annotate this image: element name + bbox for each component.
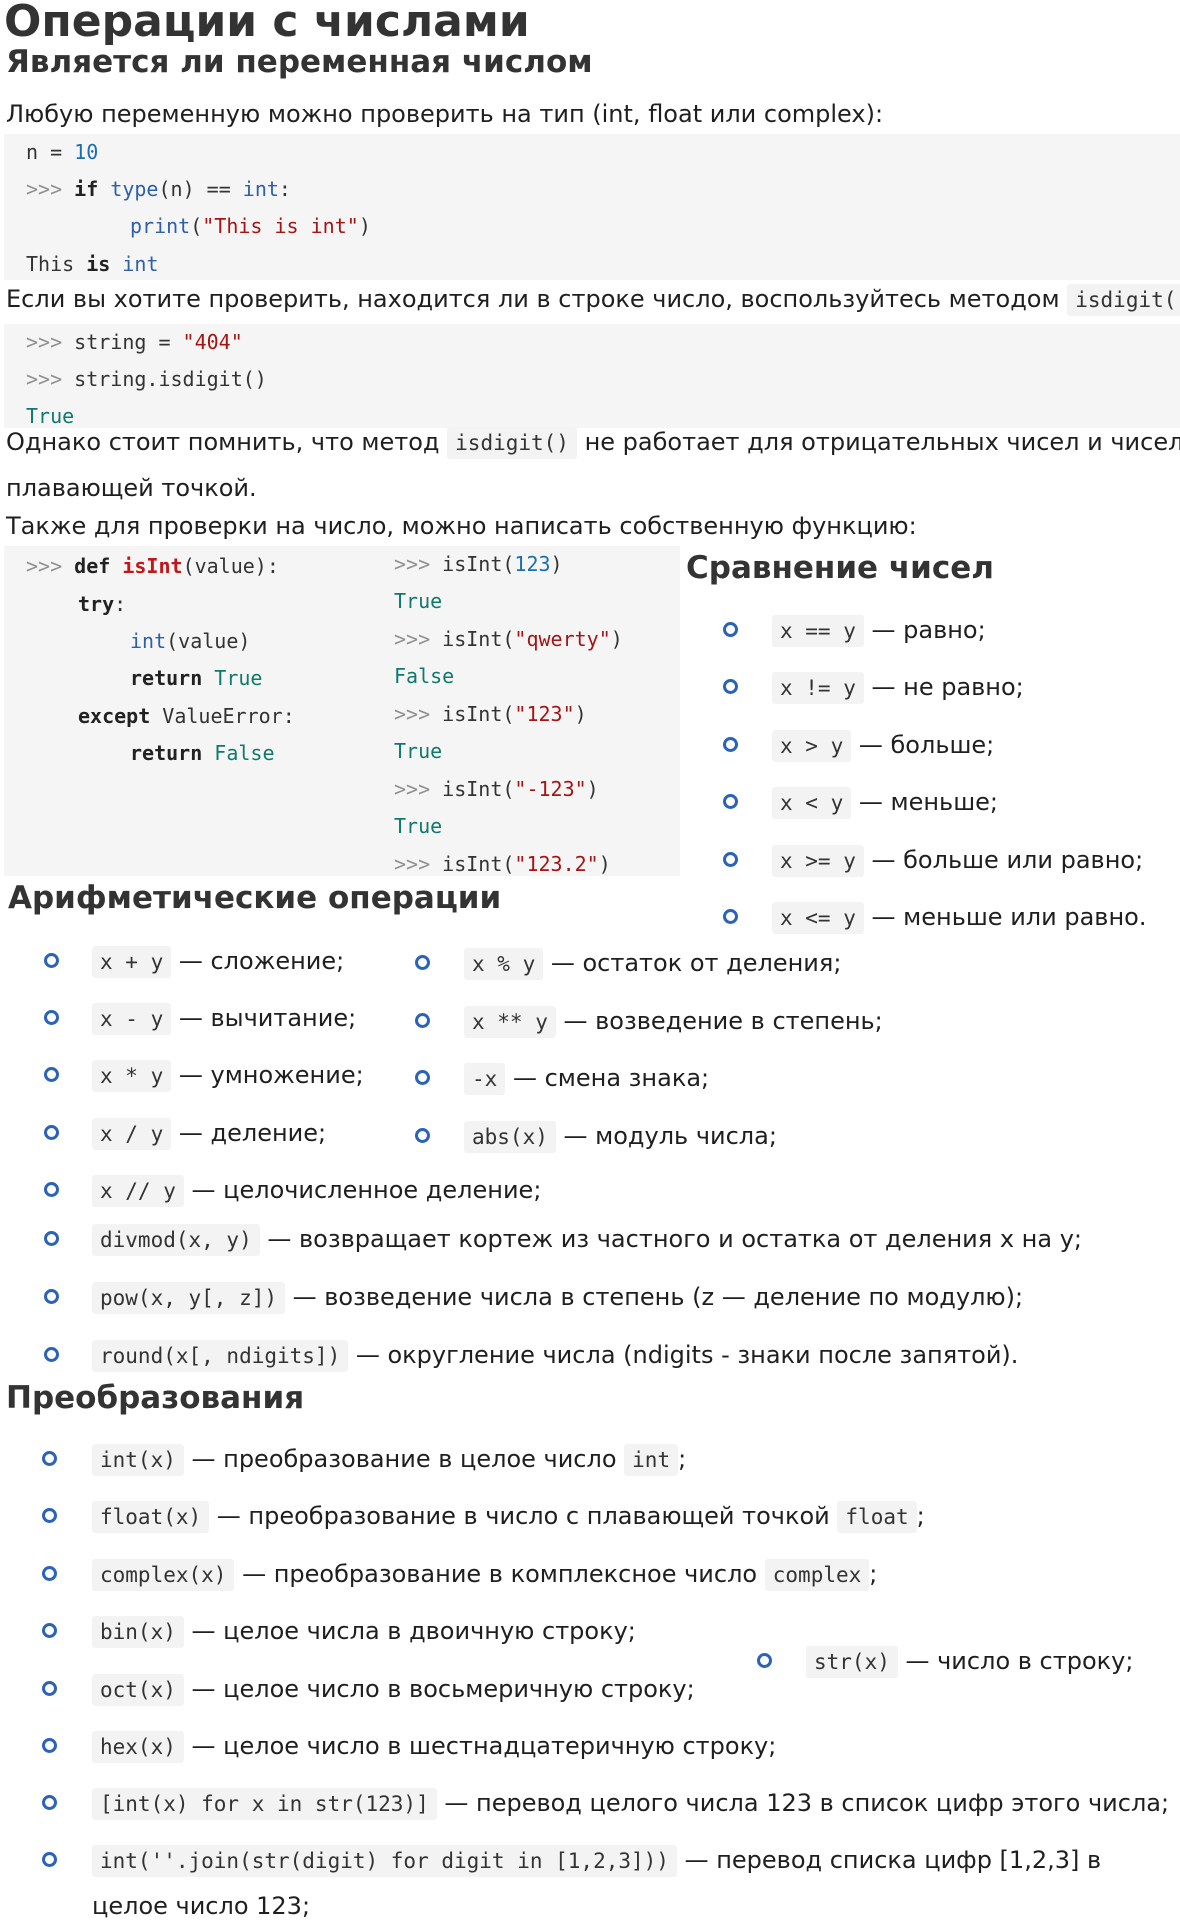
code-output: This is int: [26, 252, 159, 276]
bullet-icon: [415, 1070, 430, 1085]
bullet-icon: [42, 1681, 57, 1696]
code-line: >>> string.isdigit(): [26, 367, 267, 391]
custom-function-text: Также для проверки на число, можно напис…: [6, 512, 917, 540]
bullet-icon: [723, 909, 738, 924]
section-heading-conversions: Преобразования: [6, 1380, 305, 1416]
code-line: >>> isInt("-123"): [394, 777, 599, 801]
bullet-icon: [42, 1623, 57, 1638]
code-line: >>> if type(n) == int:: [26, 177, 291, 201]
code-line: >>> def isInt(value):: [26, 554, 279, 578]
section-heading-is-number: Является ли переменная числом: [6, 44, 593, 80]
inline-code-isdigit: isdigit(): [447, 427, 577, 459]
code-line: return False: [130, 741, 275, 765]
code-block-isint: >>> def isInt(value): try: int(value) re…: [4, 546, 680, 876]
comparison-item: x >= y — больше или равно;: [772, 845, 1143, 877]
comparison-item: x != y — не равно;: [772, 672, 1024, 704]
conv-item: int(x) — преобразование в целое число in…: [92, 1444, 686, 1476]
intro-text: Любую переменную можно проверить на тип …: [6, 100, 884, 128]
arith-item: x - y — вычитание;: [92, 1003, 356, 1035]
page-title: Операции с числами: [4, 0, 530, 47]
comparison-item: x < y — меньше;: [772, 787, 998, 819]
bullet-icon: [42, 1852, 57, 1867]
code-block-isdigit: >>> string = "404" >>> string.isdigit() …: [4, 324, 1180, 428]
code-line: int(value): [130, 629, 251, 653]
bullet-icon: [723, 679, 738, 694]
conv-item: bin(x) — целое числа в двоичную строку;: [92, 1616, 636, 1648]
comparison-item: x > y — больше;: [772, 730, 994, 762]
arith-item: -x — смена знака;: [464, 1063, 709, 1095]
code-output: True: [394, 589, 443, 613]
code-line: print("This is int"): [130, 214, 371, 238]
conv-item: hex(x) — целое число в шестнадцатеричную…: [92, 1731, 776, 1763]
code-line: >>> isInt("123"): [394, 702, 587, 726]
bullet-icon: [44, 1010, 59, 1025]
bullet-icon: [44, 1231, 59, 1246]
comparison-item: x == y — равно;: [772, 615, 986, 647]
inline-code-isdigit: isdigit(): [1067, 284, 1180, 316]
code-line: try:: [78, 592, 127, 616]
code-output: False: [394, 664, 455, 688]
code-output: True: [394, 739, 443, 763]
conv-item: [int(x) for x in str(123)] — перевод цел…: [92, 1788, 1169, 1820]
arith-item: x // y — целочисленное деление;: [92, 1175, 541, 1207]
bullet-icon: [44, 953, 59, 968]
isdigit-note-line1: Однако стоит помнить, что метод isdigit(…: [6, 427, 1180, 459]
arith-item: round(x[, ndigits]) — округление числа (…: [92, 1340, 1018, 1372]
bullet-icon: [723, 737, 738, 752]
arith-item: pow(x, y[, z]) — возведение числа в степ…: [92, 1282, 1023, 1314]
bullet-icon: [42, 1508, 57, 1523]
code-line: >>> string = "404": [26, 330, 243, 354]
bullet-icon: [44, 1182, 59, 1197]
code-line: >>> isInt(123): [394, 552, 563, 576]
isdigit-paragraph: Если вы хотите проверить, находится ли в…: [6, 284, 1180, 316]
bullet-icon: [44, 1347, 59, 1362]
bullet-icon: [44, 1125, 59, 1140]
code-block-type-check: n = 10 >>> if type(n) == int: print("Thi…: [4, 134, 1180, 280]
bullet-icon: [757, 1653, 772, 1668]
bullet-icon: [42, 1451, 57, 1466]
bullet-icon: [723, 794, 738, 809]
code-output: True: [26, 404, 75, 428]
section-heading-comparison: Сравнение чисел: [686, 550, 994, 586]
code-line: >>> isInt("123.2"): [394, 852, 611, 876]
conv-item: float(x) — преобразование в число с плав…: [92, 1501, 925, 1533]
arith-item: divmod(x, y) — возвращает кортеж из част…: [92, 1224, 1082, 1256]
arith-item: x * y — умножение;: [92, 1060, 364, 1092]
bullet-icon: [42, 1738, 57, 1753]
code-line: n = 10: [26, 140, 99, 164]
arith-item: abs(x) — модуль числа;: [464, 1121, 777, 1153]
bullet-icon: [415, 1013, 430, 1028]
bullet-icon: [723, 622, 738, 637]
comparison-item: x <= y — меньше или равно.: [772, 902, 1146, 934]
conv-side-item: str(x) — число в строку;: [806, 1646, 1133, 1678]
arith-item: x % y — остаток от деления;: [464, 948, 841, 980]
section-heading-arithmetic: Арифметические операции: [8, 880, 502, 916]
conv-item: int(''.join(str(digit) for digit in [1,2…: [92, 1845, 1101, 1877]
bullet-icon: [42, 1795, 57, 1810]
arith-item: x + y — сложение;: [92, 946, 344, 978]
bullet-icon: [44, 1067, 59, 1082]
conv-item-continuation: целое число 123;: [92, 1892, 311, 1920]
bullet-icon: [415, 955, 430, 970]
conv-item: oct(x) — целое число в восьмеричную стро…: [92, 1674, 695, 1706]
arith-item: x / y — деление;: [92, 1118, 326, 1150]
code-line: except ValueError:: [78, 704, 295, 728]
isdigit-note-line2: плавающей точкой.: [6, 474, 257, 502]
bullet-icon: [723, 852, 738, 867]
code-output: True: [394, 814, 443, 838]
bullet-icon: [415, 1128, 430, 1143]
arith-item: x ** y — возведение в степень;: [464, 1006, 883, 1038]
code-line: >>> isInt("qwerty"): [394, 627, 623, 651]
code-line: return True: [130, 666, 263, 690]
bullet-icon: [44, 1289, 59, 1304]
conv-item: complex(x) — преобразование в комплексно…: [92, 1559, 877, 1591]
bullet-icon: [42, 1566, 57, 1581]
